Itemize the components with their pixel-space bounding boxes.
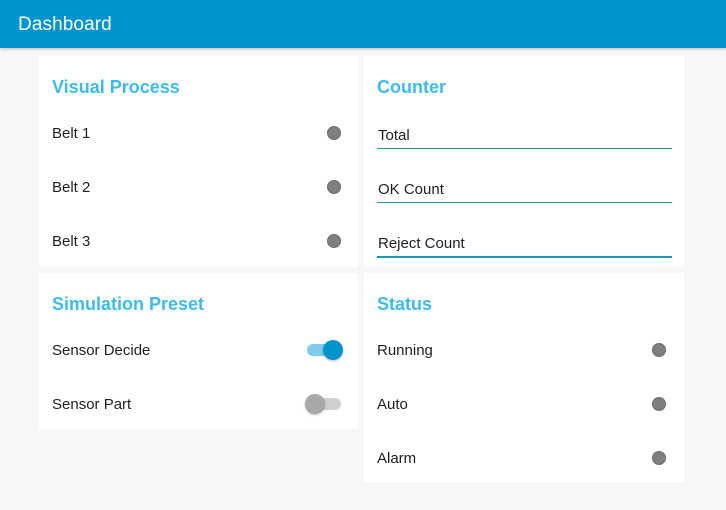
alarm-led-icon xyxy=(652,451,666,465)
auto-label: Auto xyxy=(377,396,408,413)
status-title: Status xyxy=(377,294,433,314)
simulation-preset-card: Simulation Preset Sensor Decide Sensor P… xyxy=(39,273,358,429)
total-label: Total xyxy=(378,127,410,144)
visual-process-title: Visual Process xyxy=(52,77,180,97)
sensor-decide-label: Sensor Decide xyxy=(52,342,151,359)
sensor-part-thumb[interactable] xyxy=(305,394,325,414)
sensor-decide-thumb[interactable] xyxy=(323,340,343,360)
belt-2-led-icon xyxy=(327,180,341,194)
alarm-label: Alarm xyxy=(377,450,417,467)
simulation-preset-title: Simulation Preset xyxy=(52,294,205,314)
belt-3-led-icon xyxy=(327,234,341,248)
belt-2-label: Belt 2 xyxy=(52,179,91,196)
reject-count-field[interactable]: Reject Count xyxy=(377,228,672,258)
sensor-decide-toggle[interactable] xyxy=(307,339,343,361)
visual-process-card: Visual Process Belt 1 Belt 2 Belt 3 xyxy=(39,56,358,267)
counter-title: Counter xyxy=(377,77,446,97)
belt-3-label: Belt 3 xyxy=(52,233,91,250)
total-field[interactable]: Total xyxy=(377,120,672,149)
running-led-icon xyxy=(652,343,666,357)
counter-card: Counter Total OK Count Reject Count xyxy=(364,56,684,267)
reject-count-label: Reject Count xyxy=(378,235,465,252)
sensor-part-label: Sensor Part xyxy=(52,396,132,413)
dashboard-title: Dashboard xyxy=(18,14,112,35)
status-card: Status Running Auto Alarm xyxy=(364,273,684,482)
ok-count-label: OK Count xyxy=(378,181,444,198)
belt-1-label: Belt 1 xyxy=(52,125,91,142)
running-label: Running xyxy=(377,342,433,359)
top-bar: Dashboard xyxy=(0,0,726,48)
belt-1-led-icon xyxy=(327,126,341,140)
sensor-part-toggle[interactable] xyxy=(305,393,343,415)
auto-led-icon xyxy=(652,397,666,411)
ok-count-field[interactable]: OK Count xyxy=(377,174,672,203)
